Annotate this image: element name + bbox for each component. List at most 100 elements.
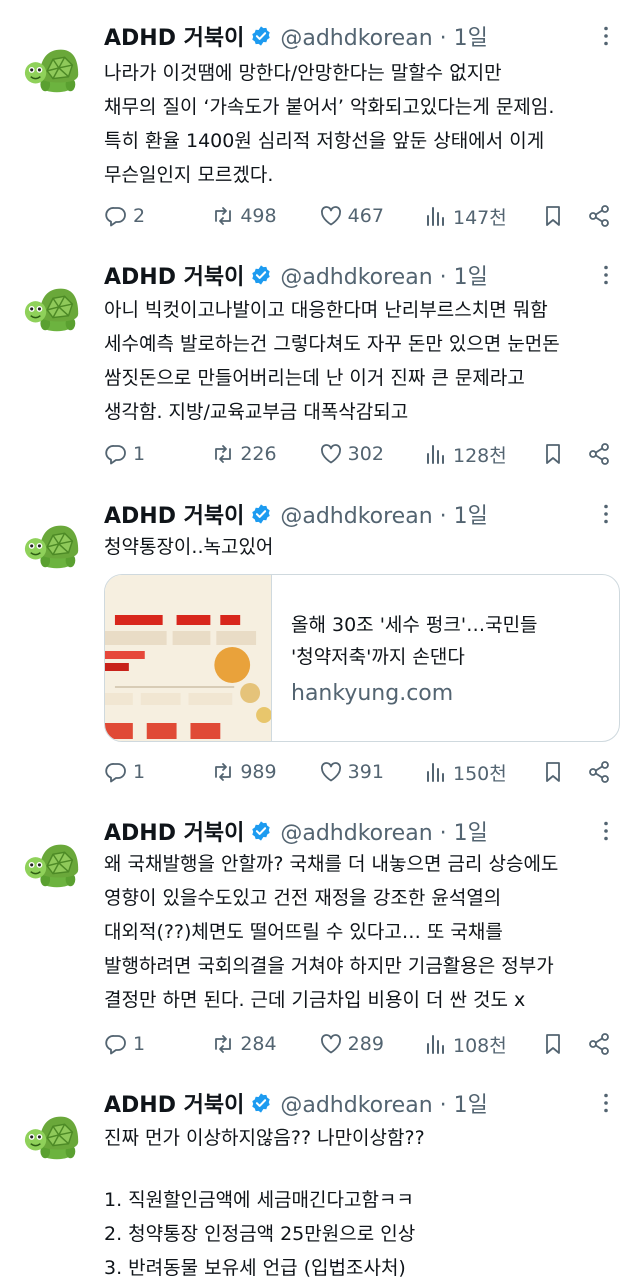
- share-icon: [587, 204, 611, 228]
- display-name[interactable]: ADHD 거북이: [104, 20, 244, 52]
- retweet-button[interactable]: 989: [211, 757, 318, 787]
- action-bar: 1 226 302 128천: [104, 439, 616, 469]
- view-count: 108천: [453, 1034, 507, 1057]
- views-button[interactable]: 128천: [424, 439, 541, 469]
- bookmark-button[interactable]: [541, 439, 587, 469]
- verified-badge-icon: [250, 1092, 272, 1114]
- more-icon[interactable]: [594, 502, 618, 526]
- more-icon[interactable]: [594, 1091, 618, 1115]
- action-bar: 1 989 391 150천: [104, 757, 616, 787]
- views-icon: [424, 442, 448, 466]
- display-name[interactable]: ADHD 거북이: [104, 259, 244, 291]
- tweet-text: 나라가 이것땜에 망한다/안망한다는 말할수 없지만 채무의 질이 ‘가속도가 …: [104, 56, 604, 192]
- views-button[interactable]: 150천: [424, 757, 541, 787]
- more-icon[interactable]: [594, 263, 618, 287]
- reply-count: 1: [133, 761, 146, 783]
- retweet-button[interactable]: 284: [211, 1029, 318, 1059]
- share-button[interactable]: [587, 1029, 616, 1059]
- more-icon[interactable]: [594, 819, 618, 843]
- retweet-icon: [211, 760, 235, 784]
- bookmark-button[interactable]: [541, 757, 587, 787]
- like-icon: [319, 1032, 343, 1056]
- tweet-text-line: 청약통장이..녹고있어: [104, 536, 274, 558]
- tweet-text-line: 세수예측 발로하는건 그렇다쳐도 자꾸 돈만 있으면 눈먼돈: [104, 333, 560, 355]
- retweet-count: 989: [240, 761, 277, 783]
- turtle-avatar-icon[interactable]: [22, 1103, 84, 1165]
- list-item: 2. 청약통장 인정금액 25만원으로 인상: [104, 1223, 416, 1245]
- handle-and-time[interactable]: @adhdkorean · 1일: [280, 498, 488, 530]
- display-name[interactable]: ADHD 거북이: [104, 1087, 244, 1119]
- tweet-text-line: 발행하려면 국회의결을 거쳐야 하지만 기금활용은 정부가: [104, 955, 554, 977]
- reply-icon: [104, 1032, 128, 1056]
- reply-button[interactable]: 2: [104, 201, 211, 231]
- tweet-text-line: 무슨일인지 모르겠다.: [104, 164, 274, 186]
- tweet-text-line: 나라가 이것땜에 망한다/안망한다는 말할수 없지만: [104, 62, 502, 84]
- retweet-button[interactable]: 226: [211, 439, 318, 469]
- tweet-text-line: 쌈짓돈으로 만들어버리는데 난 이거 진짜 큰 문제라고: [104, 367, 525, 389]
- verified-badge-icon: [250, 264, 272, 286]
- tweet-text-line: 결정만 하면 된다. 근데 기금차입 비용이 더 싼 것도 x: [104, 989, 526, 1011]
- handle-and-time[interactable]: @adhdkorean · 1일: [280, 1087, 488, 1119]
- more-icon[interactable]: [594, 24, 618, 48]
- bookmark-button[interactable]: [541, 1029, 587, 1059]
- tweet[interactable]: ADHD 거북이 @adhdkorean · 1일 왜 국채발행을 안할까? 국…: [0, 811, 640, 1079]
- views-icon: [424, 1032, 448, 1056]
- views-icon: [424, 204, 448, 228]
- action-bar: 2 498 467 147천: [104, 201, 616, 231]
- like-count: 302: [347, 443, 384, 465]
- tweet-text-line: 진짜 먼가 이상하지않음?? 나만이상함??: [104, 1127, 425, 1149]
- handle-and-time[interactable]: @adhdkorean · 1일: [280, 20, 488, 52]
- reply-count: 1: [133, 443, 146, 465]
- like-icon: [319, 442, 343, 466]
- share-icon: [587, 760, 611, 784]
- share-button[interactable]: [587, 439, 616, 469]
- retweet-count: 284: [240, 1033, 277, 1055]
- article-thumbnail: [105, 575, 272, 741]
- display-name[interactable]: ADHD 거북이: [104, 498, 244, 530]
- tweet-text-line: 특히 환율 1400원 심리적 저항선을 앞둔 상태에서 이게: [104, 130, 545, 152]
- turtle-avatar-icon[interactable]: [22, 831, 84, 893]
- handle-and-time[interactable]: @adhdkorean · 1일: [280, 815, 488, 847]
- tweet[interactable]: ADHD 거북이 @adhdkorean · 1일 청약통장이..녹고있어 올해…: [0, 494, 640, 814]
- retweet-icon: [211, 204, 235, 228]
- tweet-text: 청약통장이..녹고있어: [104, 530, 604, 564]
- views-button[interactable]: 147천: [424, 201, 541, 231]
- reply-button[interactable]: 1: [104, 439, 211, 469]
- bookmark-button[interactable]: [541, 201, 587, 231]
- retweet-button[interactable]: 498: [211, 201, 318, 231]
- like-icon: [319, 204, 343, 228]
- card-title-line: '청약저축'까지 손댄다: [291, 646, 465, 668]
- like-button[interactable]: 467: [319, 201, 424, 231]
- tweet[interactable]: ADHD 거북이 @adhdkorean · 1일 아니 빅컷이고나발이고 대응…: [0, 255, 640, 491]
- reply-button[interactable]: 1: [104, 1029, 211, 1059]
- link-preview-card[interactable]: 올해 30조 '세수 펑크'…국민들 '청약저축'까지 손댄다 hankyung…: [104, 574, 620, 742]
- tweet-header: ADHD 거북이 @adhdkorean · 1일: [104, 1083, 488, 1123]
- turtle-avatar-icon[interactable]: [22, 36, 84, 98]
- numbered-list: 1. 직원할인금액에 세금매긴다고함ㅋㅋ 2. 청약통장 인정금액 25만원으로…: [104, 1183, 604, 1280]
- tweet-text-line: 생각함. 지방/교육교부금 대폭삭감되고: [104, 401, 409, 423]
- turtle-avatar-icon[interactable]: [22, 512, 84, 574]
- like-button[interactable]: 391: [319, 757, 424, 787]
- views-button[interactable]: 108천: [424, 1029, 541, 1059]
- verified-badge-icon: [250, 820, 272, 842]
- display-name[interactable]: ADHD 거북이: [104, 815, 244, 847]
- view-count: 150천: [453, 762, 507, 785]
- bookmark-icon: [541, 1032, 565, 1056]
- like-button[interactable]: 289: [319, 1029, 424, 1059]
- handle-and-time[interactable]: @adhdkorean · 1일: [280, 259, 488, 291]
- tweet-header: ADHD 거북이 @adhdkorean · 1일: [104, 255, 488, 295]
- like-count: 391: [347, 761, 384, 783]
- share-button[interactable]: [587, 201, 616, 231]
- reply-button[interactable]: 1: [104, 757, 211, 787]
- tweet-text-line: 영향이 있을수도있고 건전 재정을 강조한 윤석열의: [104, 887, 502, 909]
- tweet[interactable]: ADHD 거북이 @adhdkorean · 1일 진짜 먼가 이상하지않음??…: [0, 1083, 640, 1280]
- list-item: 1. 직원할인금액에 세금매긴다고함ㅋㅋ: [104, 1189, 414, 1211]
- tweet-text-line: 왜 국채발행을 안할까? 국채를 더 내놓으면 금리 상승에도: [104, 853, 559, 875]
- share-button[interactable]: [587, 757, 616, 787]
- like-button[interactable]: 302: [319, 439, 424, 469]
- turtle-avatar-icon[interactable]: [22, 275, 84, 337]
- share-icon: [587, 442, 611, 466]
- action-bar: 1 284 289 108천: [104, 1029, 616, 1059]
- tweet[interactable]: ADHD 거북이 @adhdkorean · 1일 나라가 이것땜에 망한다/안…: [0, 16, 640, 252]
- reply-count: 1: [133, 1033, 146, 1055]
